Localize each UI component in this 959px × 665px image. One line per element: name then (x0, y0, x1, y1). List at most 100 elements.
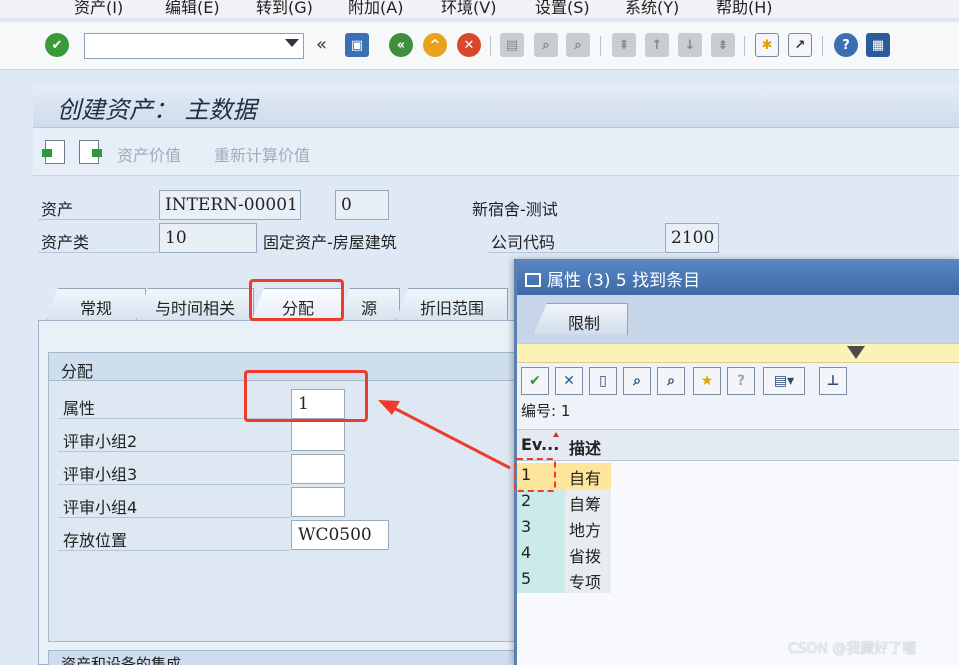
list-item[interactable]: 4 省拨 (517, 541, 611, 567)
back-icon[interactable]: « (389, 33, 413, 57)
shortcut-icon[interactable]: ↗ (788, 33, 812, 57)
list-item[interactable]: 5 专项 (517, 567, 611, 593)
find-next-icon[interactable]: ⌕ (657, 367, 685, 395)
add-favorite-icon[interactable]: ★ (693, 367, 721, 395)
tab-restrictions[interactable]: 限制 (533, 303, 628, 335)
tab-general[interactable]: 常规 (46, 288, 146, 320)
command-field[interactable] (84, 33, 304, 59)
menu-goto[interactable]: 转到(G) (256, 0, 313, 18)
help-disabled-icon[interactable]: ? (727, 367, 755, 395)
previous-document-icon[interactable] (42, 140, 65, 164)
column-key-header[interactable]: Ev... (521, 435, 559, 454)
evaluation-group-4-input[interactable] (291, 487, 345, 517)
asset-values-button[interactable]: 资产价值 (117, 142, 181, 166)
column-description-header[interactable]: 描述 (569, 435, 601, 459)
recalculate-values-button[interactable]: 重新计算价值 (214, 142, 310, 166)
list-item[interactable]: 2 自筹 (517, 489, 611, 515)
find-icon[interactable]: ⌕ (623, 367, 651, 395)
asset-class-label: 资产类 (41, 233, 90, 252)
asset-number-field[interactable]: INTERN-00001 (159, 190, 301, 220)
first-page-icon[interactable]: ⇞ (612, 33, 636, 57)
menu-bar: 资产(I) 编辑(E) 转到(G) 附加(A) 环境(V) 设置(S) 系统(Y… (0, 0, 959, 18)
create-session-icon[interactable]: ✱ (755, 33, 779, 57)
expand-triangle-icon[interactable] (847, 346, 865, 359)
tab-label: 限制 (568, 314, 601, 333)
asset-class-field[interactable]: 10 (159, 223, 257, 253)
last-page-icon[interactable]: ⇟ (711, 33, 735, 57)
equipment-integration-group: 资产和设备的集成 (48, 650, 518, 665)
menu-extras[interactable]: 附加(A) (348, 0, 403, 18)
layout-menu-icon[interactable]: ▦ (866, 33, 890, 57)
find-icon[interactable]: ⌕ (534, 33, 558, 57)
cancel-icon[interactable]: ✕ (457, 33, 481, 57)
item-description: 自筹 (565, 489, 611, 515)
evaluation-group-4-label: 评审小组4 (63, 498, 138, 517)
toolbar-divider (744, 36, 745, 56)
location-input[interactable]: WC0500 (291, 520, 389, 550)
print-icon[interactable]: ▤ (500, 33, 524, 57)
tab-time-dependent[interactable]: 与时间相关 (136, 288, 254, 320)
next-page-icon[interactable]: ↓ (678, 33, 702, 57)
label-underline (488, 252, 664, 253)
toolbar-divider (822, 36, 823, 56)
confirm-check-icon[interactable]: ✔ (521, 367, 549, 395)
menu-help[interactable]: 帮助(H) (716, 0, 773, 18)
find-next-icon[interactable]: ⌕ (566, 33, 590, 57)
item-key: 4 (517, 541, 565, 567)
hit-count-label: 编号: 1 (521, 402, 571, 420)
asset-class-description: 固定资产-房屋建筑 (263, 233, 397, 252)
asset-description: 新宿舍-测试 (472, 200, 558, 219)
item-description: 地方 (565, 515, 611, 541)
evaluation-group-2-label: 评审小组2 (63, 432, 138, 451)
label-underline (58, 484, 290, 485)
list-item[interactable]: 3 地方 (517, 515, 611, 541)
filter-bar[interactable] (517, 343, 959, 363)
tab-label: 与时间相关 (154, 299, 235, 318)
menu-edit[interactable]: 编辑(E) (165, 0, 220, 18)
list-header: Ev... 描述 (517, 429, 959, 461)
sort-indicator-icon (553, 432, 559, 437)
page-title: 创建资产： 主数据 (57, 96, 257, 124)
asset-label: 资产 (41, 200, 74, 219)
title-bar: 创建资产： 主数据 (33, 84, 959, 128)
label-underline (58, 451, 290, 452)
menu-system[interactable]: 系统(Y) (625, 0, 679, 18)
save-icon[interactable]: ▣ (345, 33, 369, 57)
evaluation-group-3-input[interactable] (291, 454, 345, 484)
chevron-down-icon[interactable] (285, 39, 299, 47)
menu-settings[interactable]: 设置(S) (535, 0, 590, 18)
watermark: CSDN @我藏好了喔 (788, 641, 917, 657)
evaluation-group-2-input[interactable] (291, 421, 345, 451)
sub-number-field[interactable]: 0 (335, 190, 389, 220)
enter-check-icon[interactable]: ✔ (45, 33, 69, 57)
menu-environment[interactable]: 环境(V) (441, 0, 496, 18)
new-document-icon[interactable]: ▯ (589, 367, 617, 395)
evaluation-group-3-label: 评审小组3 (63, 465, 138, 484)
filter-icon[interactable]: ⊥ (819, 367, 847, 395)
result-list: Ev... 描述 1 自有 2 自筹 3 地方 4 省拨 5 专项 (517, 429, 959, 665)
previous-page-icon[interactable]: ↑ (645, 33, 669, 57)
cancel-icon[interactable]: ✕ (555, 367, 583, 395)
print-dropdown-icon[interactable]: ▤▾ (763, 367, 805, 395)
exit-icon[interactable]: ^ (423, 33, 447, 57)
popup-tab-strip: 限制 (517, 295, 959, 343)
next-document-icon[interactable] (79, 140, 102, 164)
label-underline (38, 252, 158, 253)
company-code-field[interactable]: 2100 (665, 223, 719, 253)
tab-label: 常规 (79, 299, 112, 318)
menu-asset[interactable]: 资产(I) (74, 0, 123, 18)
company-code-label: 公司代码 (491, 233, 556, 252)
collapse-chevron-icon[interactable]: « (316, 34, 327, 55)
toolbar-divider (490, 36, 491, 56)
item-key: 5 (517, 567, 565, 593)
help-icon[interactable]: ? (834, 33, 858, 57)
window-icon (525, 273, 541, 287)
label-underline (58, 550, 290, 551)
toolbar-divider (600, 36, 601, 56)
standard-toolbar: ✔ « ▣ « ^ ✕ ▤ ⌕ ⌕ ⇞ ↑ ↓ ⇟ ✱ ↗ ? ▦ (0, 22, 959, 70)
tab-origin[interactable]: 源 (338, 288, 400, 320)
tab-depreciation-areas[interactable]: 折旧范围 (396, 288, 508, 320)
annotation-box-field (244, 370, 368, 422)
item-description: 自有 (565, 463, 611, 489)
location-label: 存放位置 (63, 531, 128, 550)
